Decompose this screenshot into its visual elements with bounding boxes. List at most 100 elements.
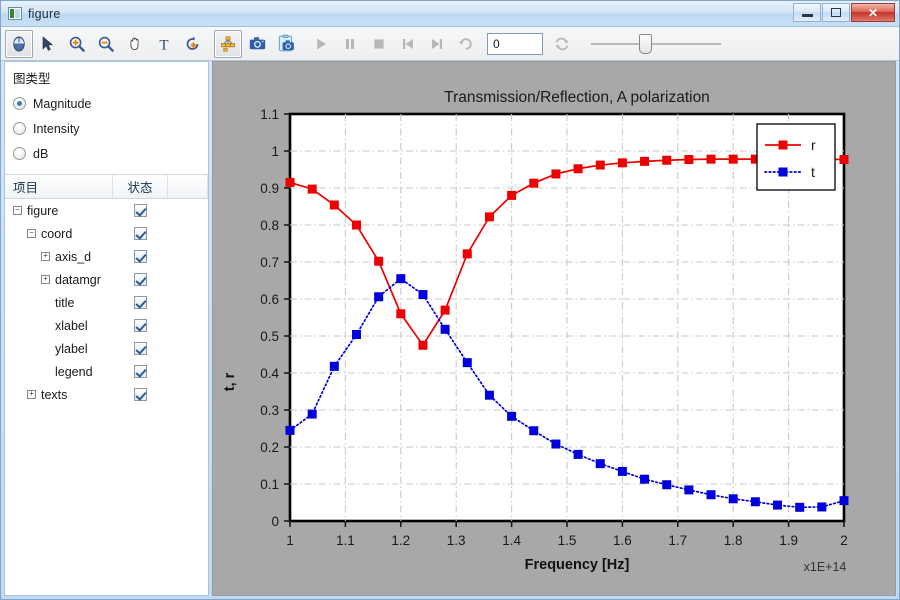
zoom-out-icon[interactable] [92, 30, 120, 58]
tree-item-label: figure [27, 204, 58, 218]
data-point [596, 459, 605, 468]
tree-checkbox[interactable] [134, 319, 147, 332]
chart-type-groupbox-title: 图类型 [13, 68, 200, 87]
sidebar-panel: 图类型 Magnitude Intensity dB 项目 状态 [4, 61, 209, 596]
tree-item-label: datamgr [55, 273, 101, 287]
frame-number-input[interactable]: 0 [487, 33, 543, 55]
chart-legend[interactable]: rt [757, 124, 835, 190]
radio-button-magnitude-icon[interactable] [13, 97, 26, 110]
transmission-reflection-chart[interactable]: Transmission/Reflection, A polarization … [213, 62, 896, 594]
zoom-in-icon[interactable] [63, 30, 91, 58]
tree-checkbox[interactable] [134, 273, 147, 286]
x-axis-label: Frequency [Hz] [525, 557, 630, 573]
reset-view-icon[interactable] [179, 30, 207, 58]
tree-checkbox[interactable] [134, 365, 147, 378]
tree-checkbox[interactable] [134, 227, 147, 240]
object-tree-header: 项目 状态 [5, 175, 208, 199]
camera-icon[interactable] [243, 30, 271, 58]
svg-text:0.1: 0.1 [260, 477, 279, 492]
tree-row-axis-d[interactable]: + axis_d [5, 245, 208, 268]
data-point [485, 391, 494, 400]
data-point [840, 155, 849, 164]
expander-expand-icon[interactable]: + [41, 252, 50, 261]
expander-placeholder-icon [41, 321, 50, 330]
expander-collapse-icon[interactable]: − [13, 206, 22, 215]
main-toolbar: T [1, 27, 899, 61]
chart-type-groupbox: 图类型 Magnitude Intensity dB [5, 62, 208, 175]
tree-column-header-item[interactable]: 项目 [5, 175, 113, 198]
expander-collapse-icon[interactable]: − [27, 229, 36, 238]
pointer-select-icon[interactable] [5, 30, 33, 58]
data-point [707, 490, 716, 499]
data-point [485, 212, 494, 221]
data-point [684, 485, 693, 494]
skip-next-icon [423, 30, 451, 58]
data-point [640, 157, 649, 166]
data-point [330, 201, 339, 210]
data-point [596, 161, 605, 170]
tree-row-ylabel[interactable]: ylabel [5, 337, 208, 360]
data-point [374, 292, 383, 301]
data-point [441, 306, 450, 315]
data-point [729, 494, 738, 503]
plot-panel[interactable]: Transmission/Reflection, A polarization … [212, 61, 896, 596]
tree-row-texts[interactable]: + texts [5, 383, 208, 406]
tree-checkbox[interactable] [134, 296, 147, 309]
maximize-button[interactable] [822, 3, 850, 22]
data-point [684, 155, 693, 164]
data-point [308, 410, 317, 419]
x-axis-multiplier: x1E+14 [804, 560, 847, 574]
tree-checkbox[interactable] [134, 342, 147, 355]
data-point [418, 290, 427, 299]
data-point [507, 191, 516, 200]
tree-row-datamgr[interactable]: + datamgr [5, 268, 208, 291]
expander-expand-icon[interactable]: + [41, 275, 50, 284]
data-point [751, 497, 760, 506]
tree-row-title[interactable]: title [5, 291, 208, 314]
svg-text:1.3: 1.3 [447, 533, 466, 548]
tree-row-figure[interactable]: − figure [5, 199, 208, 222]
tree-row-xlabel[interactable]: xlabel [5, 314, 208, 337]
radio-label-db: dB [33, 147, 48, 161]
expander-expand-icon[interactable]: + [27, 390, 36, 399]
data-point [529, 179, 538, 188]
tree-column-header-status[interactable]: 状态 [113, 175, 168, 198]
copy-to-clipboard-icon[interactable] [272, 30, 300, 58]
text-tool-icon[interactable]: T [150, 30, 178, 58]
frame-slider-track [591, 43, 721, 45]
frame-slider[interactable] [591, 33, 721, 55]
tree-row-coord[interactable]: − coord [5, 222, 208, 245]
radio-button-intensity-icon[interactable] [13, 122, 26, 135]
tree-checkbox[interactable] [134, 204, 147, 217]
data-point [286, 178, 295, 187]
tree-row-legend[interactable]: legend [5, 360, 208, 383]
tree-layout-icon[interactable] [214, 30, 242, 58]
svg-text:1.2: 1.2 [391, 533, 410, 548]
data-point [286, 426, 295, 435]
tree-checkbox[interactable] [134, 250, 147, 263]
object-tree[interactable]: − figure − coord + axis_d [5, 199, 208, 595]
data-point [707, 155, 716, 164]
tree-item-label: legend [55, 365, 93, 379]
radio-option-magnitude[interactable]: Magnitude [13, 91, 200, 116]
figure-window: figure ✕ [0, 0, 900, 600]
data-point [574, 164, 583, 173]
tree-column-header-extra[interactable] [168, 175, 208, 198]
data-point [352, 221, 361, 230]
radio-option-intensity[interactable]: Intensity [13, 116, 200, 141]
arrow-cursor-icon[interactable] [34, 30, 62, 58]
pan-hand-icon[interactable] [121, 30, 149, 58]
radio-button-db-icon[interactable] [13, 147, 26, 160]
minimize-button[interactable] [793, 3, 821, 22]
svg-text:2: 2 [840, 533, 848, 548]
tree-checkbox[interactable] [134, 388, 147, 401]
tree-item-label: title [55, 296, 74, 310]
data-point [773, 501, 782, 510]
legend-label-t: t [811, 164, 815, 180]
minimize-icon [802, 14, 813, 17]
radio-option-db[interactable]: dB [13, 141, 200, 166]
frame-slider-thumb[interactable] [639, 34, 652, 54]
svg-text:1.8: 1.8 [724, 533, 743, 548]
close-button[interactable]: ✕ [851, 3, 895, 22]
pause-icon [336, 30, 364, 58]
